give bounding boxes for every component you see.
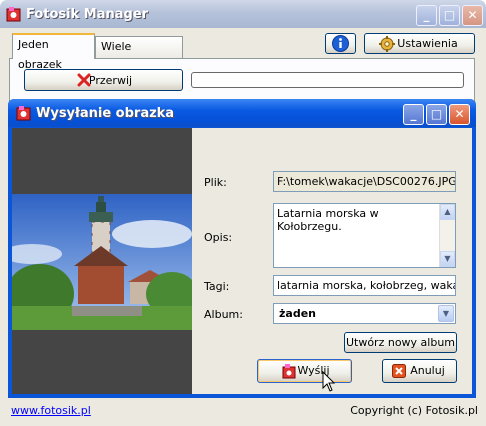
dialog-title: Wysyłanie obrazka [36,106,175,121]
copyright-text: Copyright (c) Fotosik.pl [350,404,478,417]
chevron-down-icon[interactable]: ▼ [438,305,454,322]
fotosik-website-link[interactable]: www.fotosik.pl [11,404,91,417]
main-window-title: Fotosik Manager [26,7,149,22]
red-x-icon [77,73,91,87]
description-textarea[interactable]: Latarnia morska w Kołobrzegu. ▲ ▼ [273,203,456,268]
dialog-close-button[interactable]: ✕ [449,104,470,125]
send-button[interactable]: Wyślij [257,359,352,383]
settings-label: Ustawienia [397,37,458,50]
tags-label: Tagi: [204,280,230,293]
close-button[interactable]: ✕ [462,5,483,26]
stop-upload-label: Przerwij [88,74,133,87]
tab-wiele-obrazkow[interactable]: Wiele obrazków [95,36,183,73]
cancel-button[interactable]: Anuluj [382,359,457,383]
tab-jeden-obrazek[interactable]: Jeden obrazek [12,33,95,71]
dialog-minimize-button[interactable]: _ [403,104,424,125]
main-titlebar[interactable]: Fotosik Manager _ □ ✕ [0,0,486,28]
info-icon [332,35,349,52]
maximize-button[interactable]: □ [439,5,460,26]
album-label: Album: [204,308,243,321]
album-select[interactable]: żaden ▼ [273,303,456,324]
file-path-field: F:\tomek\wakacje\DSC00276.JPG [273,171,456,192]
description-text: Latarnia morska w Kołobrzegu. [277,207,379,233]
upload-dialog: Wysyłanie obrazka _ □ ✕ Plik: F:\tomek\w… [8,99,476,398]
main-window: Fotosik Manager _ □ ✕ Jeden obrazek Wiel… [0,0,486,426]
send-icon [282,364,296,379]
fotosik-app-icon [6,7,21,22]
minimize-button[interactable]: _ [416,5,437,26]
dialog-titlebar[interactable]: Wysyłanie obrazka _ □ ✕ [8,99,476,127]
file-label: Plik: [204,176,227,189]
dialog-maximize-button[interactable]: □ [426,104,447,125]
tags-input[interactable]: latarnia morska, kołobrzeg, wakacje [273,275,456,296]
description-scrollbar[interactable]: ▲ ▼ [439,204,455,267]
cancel-label: Anuluj [410,364,445,377]
photo-preview-lighthouse [12,194,192,330]
mouse-cursor-icon [322,371,336,392]
settings-button[interactable]: Ustawienia [364,33,475,54]
photo-preview-pane [12,128,192,394]
create-album-button[interactable]: Utwórz nowy album [344,332,457,353]
album-selected-value: żaden [279,307,316,320]
description-label: Opis: [204,231,233,244]
dialog-body: Plik: F:\tomek\wakacje\DSC00276.JPG Opis… [12,128,472,394]
fotosik-dialog-icon [16,106,31,121]
cancel-icon [392,364,406,378]
upload-progress-bar [191,72,464,88]
gear-icon [379,36,395,52]
info-button[interactable] [325,33,356,54]
